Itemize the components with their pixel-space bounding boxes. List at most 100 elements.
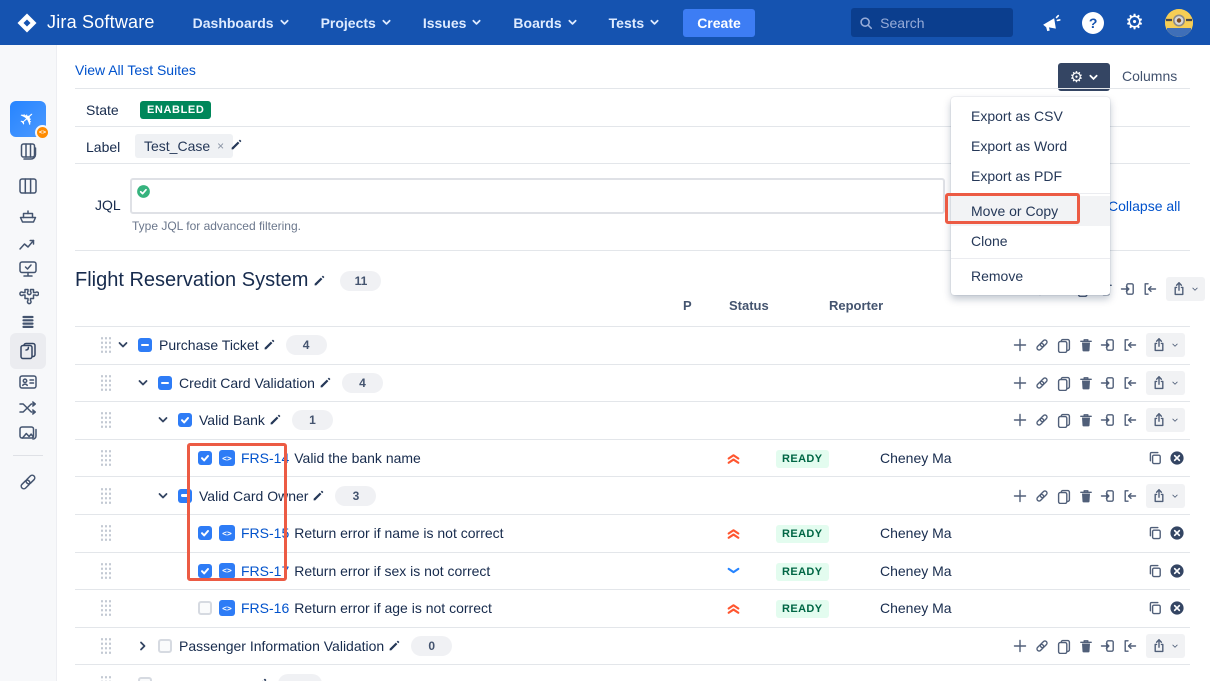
chevron-down-icon[interactable] xyxy=(137,377,158,389)
add-icon[interactable] xyxy=(1012,488,1028,504)
link-icon[interactable] xyxy=(1034,337,1050,353)
import-icon[interactable] xyxy=(1122,375,1138,391)
drag-handle[interactable] xyxy=(100,336,111,354)
edit-pencil-icon[interactable] xyxy=(318,376,332,390)
edit-pencil-icon[interactable] xyxy=(254,677,268,681)
row-checkbox[interactable] xyxy=(158,376,172,390)
edit-pencil-icon[interactable] xyxy=(268,413,282,427)
chevron-down-icon[interactable] xyxy=(117,678,138,681)
clone-icon[interactable] xyxy=(1056,488,1072,504)
monitor-check-icon[interactable] xyxy=(17,258,39,280)
nav-menu-issues[interactable]: Issues xyxy=(423,15,482,31)
rocket-project-avatar[interactable] xyxy=(10,101,46,137)
row-checkbox[interactable] xyxy=(138,338,152,352)
export-button[interactable] xyxy=(1146,371,1185,395)
link-icon[interactable] xyxy=(1034,488,1050,504)
gear-icon[interactable] xyxy=(1125,12,1144,33)
suite-gear-menu-button[interactable] xyxy=(1058,63,1110,91)
chevron-right-icon[interactable] xyxy=(137,640,158,652)
import-icon[interactable] xyxy=(1122,412,1138,428)
drag-handle[interactable] xyxy=(100,675,111,681)
issue-key-link[interactable]: FRS-14 xyxy=(241,450,289,466)
row-checkbox[interactable] xyxy=(158,639,172,653)
search-input[interactable] xyxy=(880,15,990,31)
menu-item-export-word[interactable]: Export as Word xyxy=(951,131,1110,161)
menu-item-clone[interactable]: Clone xyxy=(951,226,1110,256)
issue-key-link[interactable]: FRS-17 xyxy=(241,563,289,579)
row-checkbox[interactable] xyxy=(198,526,212,540)
flip-card-icon[interactable] xyxy=(10,333,46,369)
issue-key-link[interactable]: FRS-16 xyxy=(241,600,289,616)
view-all-test-suites-link[interactable]: View All Test Suites xyxy=(75,62,196,78)
trash-icon[interactable] xyxy=(1078,488,1094,504)
move-to-icon[interactable] xyxy=(1120,281,1136,297)
import-icon[interactable] xyxy=(1122,337,1138,353)
move-to-icon[interactable] xyxy=(1100,412,1116,428)
link-icon[interactable] xyxy=(1034,375,1050,391)
trash-icon[interactable] xyxy=(1078,412,1094,428)
puzzle-icon[interactable] xyxy=(17,285,39,307)
menu-item-move-or-copy[interactable]: Move or Copy xyxy=(951,196,1110,226)
trash-icon[interactable] xyxy=(1078,337,1094,353)
chevron-down-icon[interactable] xyxy=(157,490,178,502)
remove-icon[interactable] xyxy=(1169,525,1185,541)
create-button[interactable]: Create xyxy=(683,9,755,37)
drag-handle[interactable] xyxy=(100,599,111,617)
drag-handle[interactable] xyxy=(100,637,111,655)
export-button[interactable] xyxy=(1146,408,1185,432)
import-icon[interactable] xyxy=(1122,488,1138,504)
nav-menu-tests[interactable]: Tests xyxy=(609,15,660,31)
remove-icon[interactable] xyxy=(1169,450,1185,466)
row-checkbox[interactable] xyxy=(198,451,212,465)
copy-icon[interactable] xyxy=(1147,600,1163,616)
nav-menu-projects[interactable]: Projects xyxy=(321,15,391,31)
clone-icon[interactable] xyxy=(1056,638,1072,654)
drag-handle[interactable] xyxy=(100,411,111,429)
link-icon[interactable] xyxy=(1034,412,1050,428)
search-box[interactable] xyxy=(851,8,1013,37)
drag-handle[interactable] xyxy=(100,524,111,542)
megaphone-icon[interactable] xyxy=(1040,12,1061,33)
id-card-icon[interactable] xyxy=(17,371,39,393)
move-to-icon[interactable] xyxy=(1100,337,1116,353)
export-button[interactable] xyxy=(1146,333,1185,357)
add-icon[interactable] xyxy=(1012,375,1028,391)
chip-remove-icon[interactable]: × xyxy=(217,139,224,153)
jql-input[interactable] xyxy=(130,178,945,214)
edit-pencil-icon[interactable] xyxy=(311,489,325,503)
move-to-icon[interactable] xyxy=(1100,488,1116,504)
menu-item-export-csv[interactable]: Export as CSV xyxy=(951,101,1110,131)
link-icon[interactable] xyxy=(17,471,39,493)
drag-handle[interactable] xyxy=(100,562,111,580)
move-to-icon[interactable] xyxy=(1100,638,1116,654)
columns-button[interactable]: Columns xyxy=(1122,68,1177,84)
add-icon[interactable] xyxy=(1012,337,1028,353)
row-checkbox[interactable] xyxy=(138,677,152,681)
import-icon[interactable] xyxy=(1122,638,1138,654)
shuffle-icon[interactable] xyxy=(17,397,39,419)
edit-pencil-icon[interactable] xyxy=(387,639,401,653)
trash-icon[interactable] xyxy=(1078,638,1094,654)
chevron-down-icon[interactable] xyxy=(157,414,178,426)
chevron-down-icon[interactable] xyxy=(117,339,138,351)
layered-columns-icon[interactable] xyxy=(17,141,39,163)
nav-menu-boards[interactable]: Boards xyxy=(513,15,576,31)
copy-icon[interactable] xyxy=(1147,450,1163,466)
drag-handle[interactable] xyxy=(100,487,111,505)
clone-icon[interactable] xyxy=(1056,375,1072,391)
row-checkbox[interactable] xyxy=(178,413,192,427)
export-button[interactable] xyxy=(1146,484,1185,508)
copy-icon[interactable] xyxy=(1147,563,1163,579)
collapse-all-link[interactable]: Collapse all xyxy=(1108,198,1180,214)
move-to-icon[interactable] xyxy=(1100,375,1116,391)
drag-handle[interactable] xyxy=(100,449,111,467)
edit-suite-pencil-icon[interactable] xyxy=(312,274,326,288)
row-checkbox[interactable] xyxy=(198,601,212,615)
remove-icon[interactable] xyxy=(1169,563,1185,579)
nav-menu-dashboards[interactable]: Dashboards xyxy=(193,15,289,31)
row-checkbox[interactable] xyxy=(198,564,212,578)
line-chart-icon[interactable] xyxy=(17,232,39,254)
columns-icon[interactable] xyxy=(17,175,39,197)
jira-logo[interactable]: Jira Software xyxy=(16,12,155,34)
export-button[interactable] xyxy=(1146,634,1185,658)
